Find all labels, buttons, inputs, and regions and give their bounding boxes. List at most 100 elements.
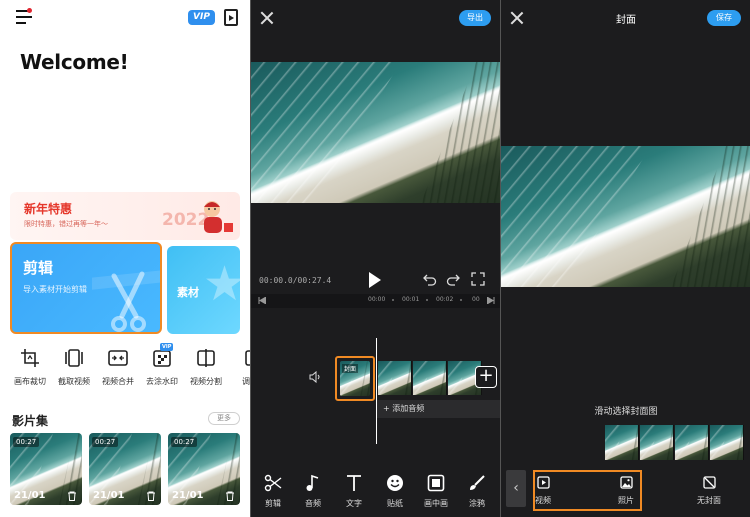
star-icon: ★ xyxy=(203,256,240,312)
trash-icon[interactable] xyxy=(146,491,156,501)
film-card[interactable]: 00:27 21/01 xyxy=(89,433,161,505)
video-track[interactable] xyxy=(378,361,482,395)
film-card[interactable]: 00:27 21/01 xyxy=(10,433,82,505)
music-note-icon xyxy=(306,474,319,491)
promo-tiger-illustration: 2022 xyxy=(162,201,233,233)
cover-frame-strip[interactable] xyxy=(605,425,750,460)
playhead[interactable] xyxy=(376,338,377,444)
tool-doodle[interactable]: 涂鸦 xyxy=(462,474,492,509)
cover-hint: 滑动选择封面图 xyxy=(594,407,658,417)
cover-screen: 封面 保存 滑动选择封面图 ‹ 视频 照片 无封面 xyxy=(500,0,750,517)
tool-text[interactable]: 文字 xyxy=(339,474,369,509)
scissors-icon xyxy=(264,474,282,492)
promo-subtitle: 限时特惠，错过再等一年～ xyxy=(24,220,108,228)
photo-source-icon xyxy=(619,476,633,489)
tool-audio[interactable]: 音频 xyxy=(298,474,328,509)
strip-frame xyxy=(640,425,674,460)
strip-frame xyxy=(605,425,639,460)
material-card[interactable]: ★ 素材 xyxy=(167,246,240,334)
film-card[interactable]: 00:27 21/01 xyxy=(168,433,240,505)
time-ruler[interactable]: 00:00 00:01 00:02 00 xyxy=(251,294,500,308)
play-icon[interactable] xyxy=(369,272,381,288)
ruler-mark: 00:02 xyxy=(436,296,454,303)
tool-split-video[interactable]: 视频分割 xyxy=(184,346,228,394)
video-preview[interactable] xyxy=(251,62,500,203)
source-none-option[interactable]: 无封面 xyxy=(694,476,724,506)
trash-icon[interactable] xyxy=(67,491,77,501)
promo-art-text: 2022 xyxy=(162,210,209,230)
add-audio-label: 添加音频 xyxy=(392,404,425,413)
strip-frame xyxy=(675,425,709,460)
redo-icon[interactable] xyxy=(446,272,460,286)
fullscreen-icon[interactable] xyxy=(471,272,485,286)
adjust-icon xyxy=(245,350,250,366)
ruler-mark: 00 xyxy=(472,296,480,303)
source-photo-option[interactable]: 照片 xyxy=(611,476,641,506)
ruler-mark: 00:01 xyxy=(402,296,420,303)
film-date: 21/01 xyxy=(14,490,46,501)
tool-label: 调整 xyxy=(242,377,250,386)
new-year-promo-banner[interactable]: 新年特惠 限时特惠，错过再等一年～ 2022 xyxy=(10,192,240,240)
pip-icon xyxy=(427,474,445,492)
cover-preview xyxy=(501,146,750,287)
source-label: 照片 xyxy=(618,496,634,505)
tool-label: 文字 xyxy=(346,499,362,508)
tool-label: 音频 xyxy=(305,499,321,508)
tool-pip[interactable]: 画中画 xyxy=(421,474,451,509)
tool-canvas-crop[interactable]: 画布裁切 xyxy=(8,346,52,394)
notification-dot xyxy=(27,8,32,13)
editor-screen: 导出 00:00.0/00:27.4 00:00 00:01 00:02 00 … xyxy=(250,0,500,517)
close-icon[interactable] xyxy=(260,11,274,25)
add-audio-button[interactable]: + 添加音频 xyxy=(377,400,500,418)
cover-clip[interactable]: 封面 xyxy=(335,356,375,401)
edit-card[interactable]: 剪辑 导入素材开始剪辑 xyxy=(10,242,162,334)
films-section-title: 影片集 xyxy=(12,414,49,428)
skip-start-icon[interactable] xyxy=(258,297,266,304)
ruler-dot xyxy=(460,299,462,301)
source-video-option[interactable]: 视频 xyxy=(528,476,558,506)
timecode: 00:00.0/00:27.4 xyxy=(259,276,332,285)
editor-toolbar: 剪辑 音频 文字 贴纸 画中画 涂鸦 xyxy=(251,474,500,514)
track-frame xyxy=(378,361,412,395)
source-label: 无封面 xyxy=(697,496,721,505)
more-button[interactable]: 更多 xyxy=(208,412,240,425)
tool-sticker[interactable]: 贴纸 xyxy=(380,474,410,509)
add-clip-button[interactable]: + xyxy=(475,366,497,388)
skip-end-icon[interactable] xyxy=(487,297,495,304)
tool-label: 涂鸦 xyxy=(469,499,485,508)
material-card-title: 素材 xyxy=(177,286,199,299)
undo-icon[interactable] xyxy=(423,272,437,286)
tool-cut[interactable]: 剪辑 xyxy=(258,474,288,509)
film-duration: 00:27 xyxy=(13,437,40,447)
trash-icon[interactable] xyxy=(225,491,235,501)
video-source-icon xyxy=(536,476,550,489)
tool-row: 画布裁切 截取视频 视频合并 VIP 去涂水印 视频分割 调整 xyxy=(8,343,250,396)
tool-remove-watermark[interactable]: VIP 去涂水印 xyxy=(140,343,184,394)
vip-button[interactable]: VIP xyxy=(188,10,215,25)
split-icon xyxy=(197,349,215,367)
welcome-title: Welcome! xyxy=(20,50,129,74)
tool-adjust[interactable]: 调整 xyxy=(228,346,250,394)
chevron-left-icon[interactable]: ‹ xyxy=(506,470,526,507)
no-cover-icon xyxy=(702,476,716,489)
film-date: 21/01 xyxy=(93,490,125,501)
save-button[interactable]: 保存 xyxy=(707,10,741,26)
tool-label: 画中画 xyxy=(424,499,448,508)
film-date: 21/01 xyxy=(172,490,204,501)
speaker-icon[interactable] xyxy=(309,371,321,383)
track-frame xyxy=(413,361,447,395)
scissors-icon xyxy=(92,269,160,332)
ruler-dot xyxy=(392,299,394,301)
trim-icon xyxy=(65,349,83,367)
export-button[interactable]: 导出 xyxy=(459,10,491,26)
drafts-icon[interactable] xyxy=(224,9,238,26)
crop-icon xyxy=(21,349,39,367)
cover-label: 封面 xyxy=(342,364,359,373)
tool-label: 贴纸 xyxy=(387,499,403,508)
tool-label: 剪辑 xyxy=(265,499,281,508)
tool-trim-video[interactable]: 截取视频 xyxy=(52,346,96,394)
tool-merge-video[interactable]: 视频合并 xyxy=(96,346,140,394)
promo-title: 新年特惠 xyxy=(24,202,73,216)
film-duration: 00:27 xyxy=(92,437,119,447)
ruler-mark: 00:00 xyxy=(368,296,386,303)
